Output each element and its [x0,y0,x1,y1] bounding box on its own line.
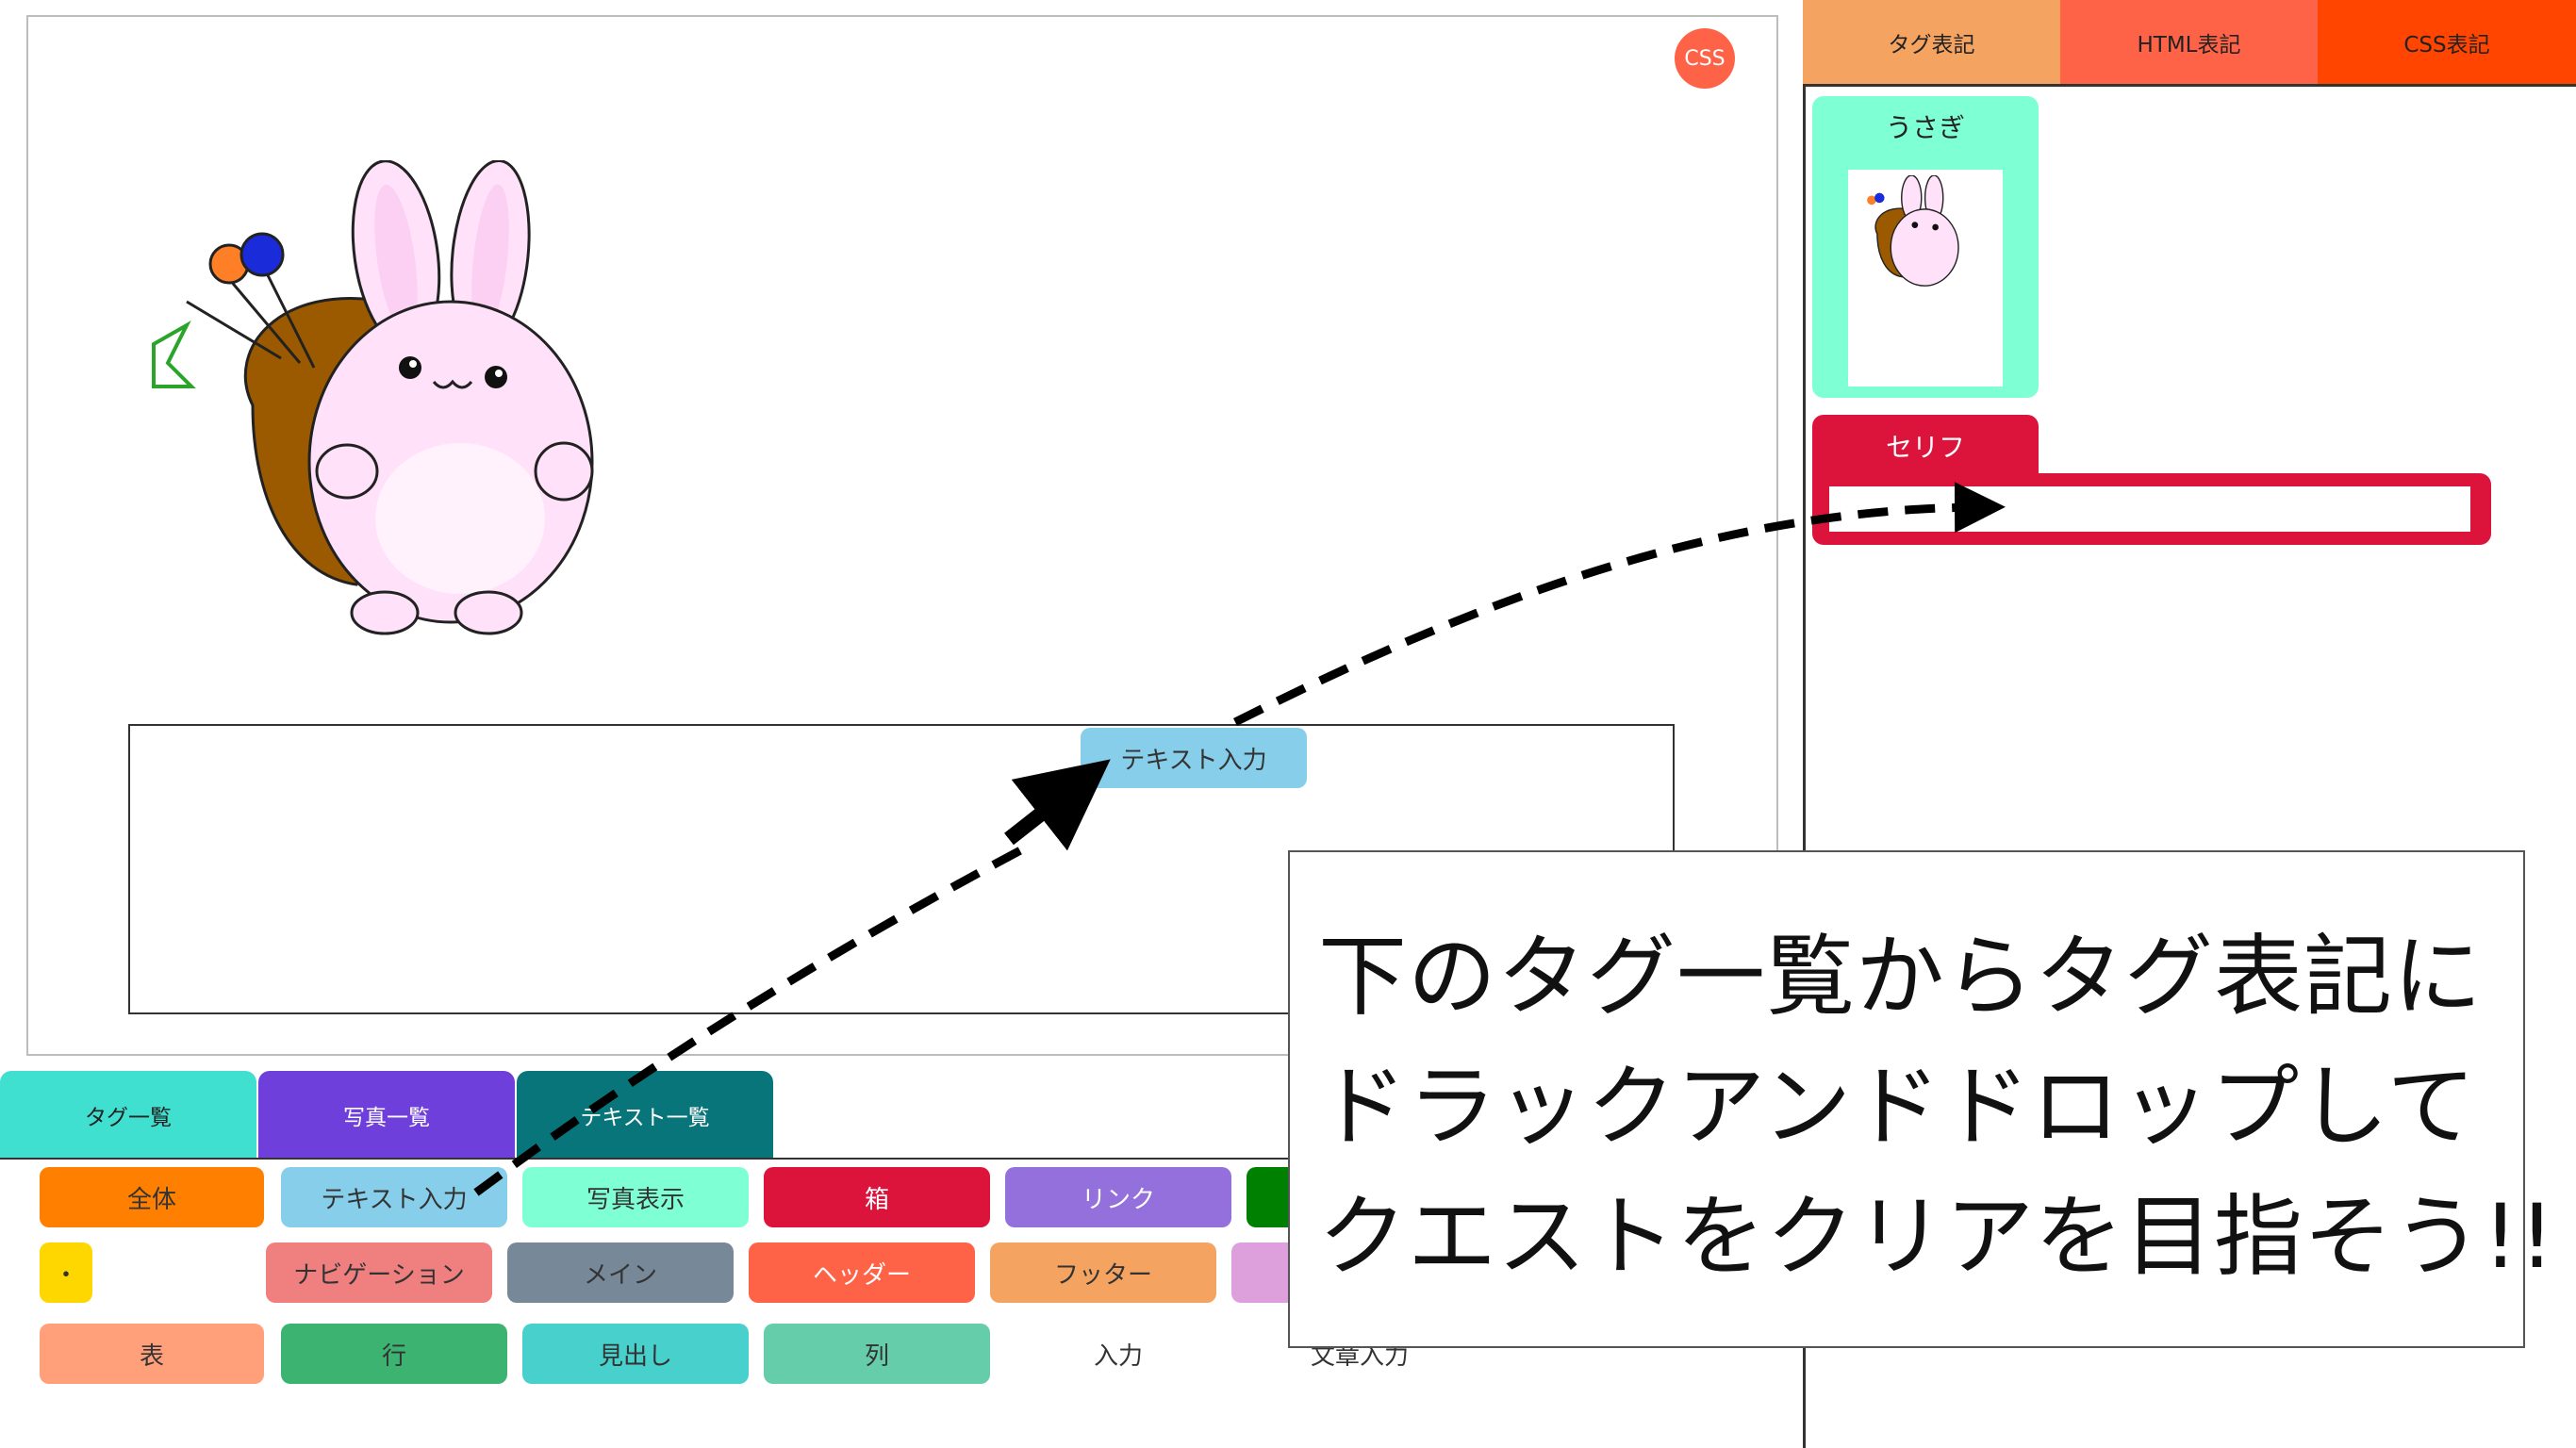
usagi-block-label: うさぎ [1885,112,1965,143]
tab-html-notation[interactable]: HTML表記 [2060,0,2318,87]
css-badge-button[interactable]: CSS [1675,28,1735,89]
rabbit-illustration [152,160,594,635]
tag-table[interactable]: 表 [40,1324,264,1384]
callout-line-1: 下のタグ一覧からタグ表記に [1318,926,2484,1028]
tag-plum[interactable] [1231,1242,1288,1303]
tab-photo-list[interactable]: 写真一覧 [258,1071,515,1160]
tag-row[interactable]: 行 [281,1324,507,1384]
tag-text-input[interactable]: テキスト入力 [281,1167,507,1227]
tag-header[interactable]: ヘッダー [749,1242,975,1303]
tag-box[interactable]: 箱 [764,1167,990,1227]
callout-line-2: ドラックアンドドロップして [1318,1056,2477,1159]
tag-column[interactable]: 列 [764,1324,990,1384]
tag-input[interactable]: 入力 [1005,1324,1231,1384]
tag-photo-display[interactable]: 写真表示 [522,1167,749,1227]
callout-line-3: クエストをクリアを目指そう!! [1318,1186,2556,1289]
tag-heading[interactable]: 見出し [522,1324,749,1384]
tab-tag-list[interactable]: タグ一覧 [0,1071,256,1160]
rabbit-thumbnail [1867,175,1959,287]
tab-css-notation[interactable]: CSS表記 [2318,0,2576,87]
tag-dot[interactable]: ・ [40,1242,92,1303]
tab-tag-notation[interactable]: タグ表記 [1803,0,2060,87]
tag-link[interactable]: リンク [1005,1167,1231,1227]
tab-text-list[interactable]: テキスト一覧 [517,1071,773,1160]
tag-all[interactable]: 全体 [40,1167,264,1227]
tag-footer[interactable]: フッター [990,1242,1216,1303]
serif-block-label[interactable]: セリフ [1812,415,2039,477]
tag-main[interactable]: メイン [507,1242,734,1303]
text-input-tag-chip[interactable]: テキスト入力 [1081,728,1307,788]
tag-navigation[interactable]: ナビゲーション [266,1242,492,1303]
serif-input[interactable] [1829,486,2470,532]
tag-green[interactable] [1247,1167,1288,1227]
